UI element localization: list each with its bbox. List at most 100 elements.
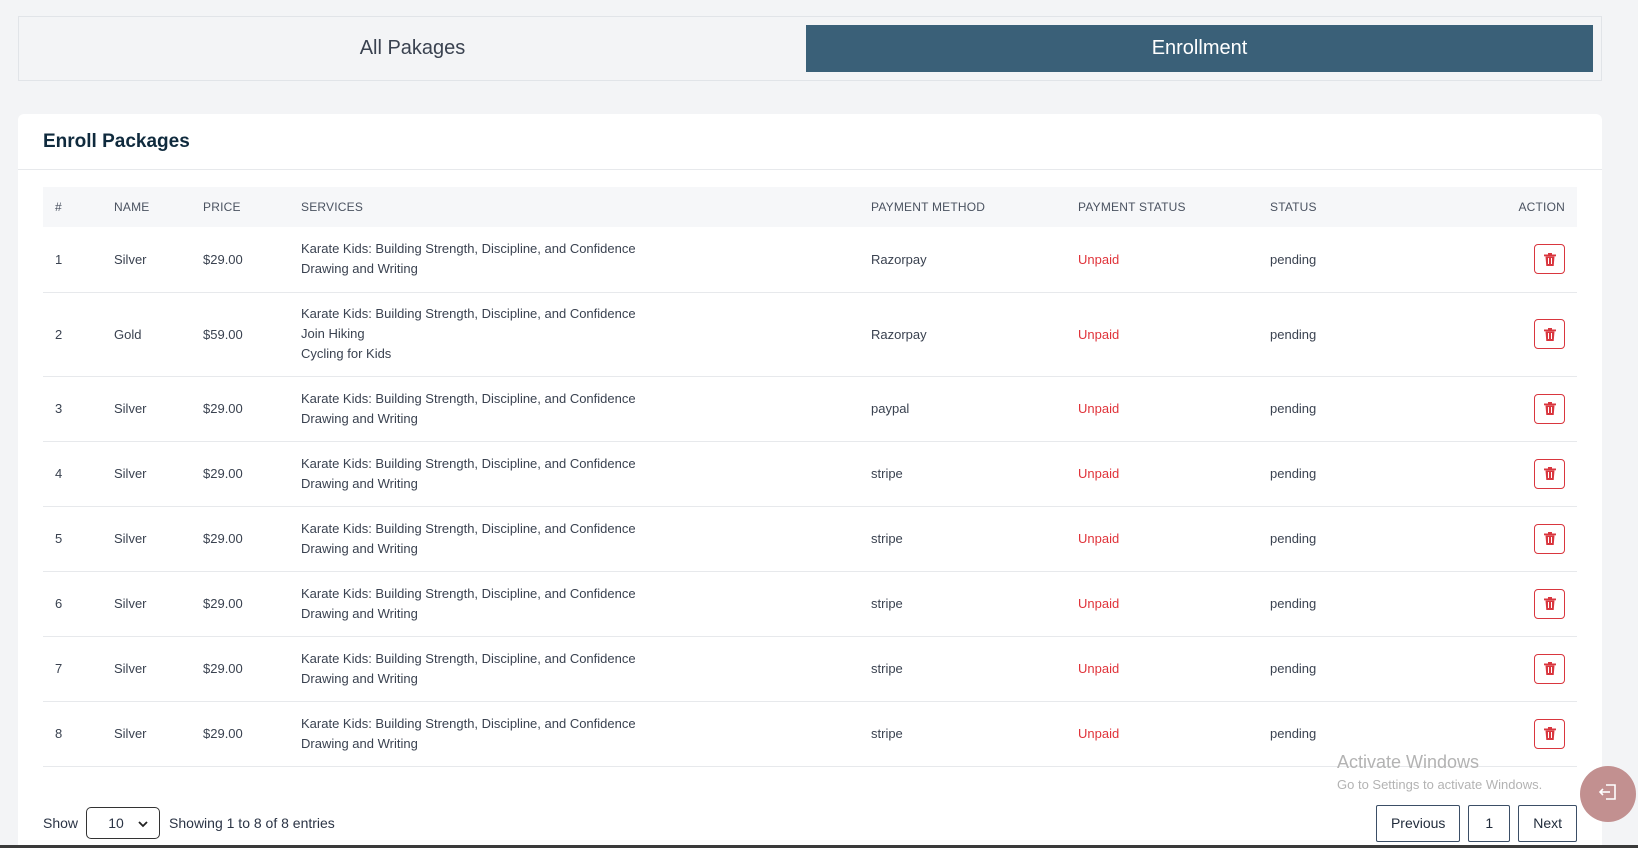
- table-row: 2 Gold $59.00 Karate Kids: Building Strengt…: [43, 292, 1577, 377]
- enrollment-status: pending: [1258, 292, 1408, 377]
- package-price: $29.00: [191, 571, 289, 637]
- package-name: Silver: [102, 636, 191, 702]
- package-price: $29.00: [191, 506, 289, 572]
- trash-icon: [1543, 402, 1556, 415]
- package-name: Silver: [102, 441, 191, 507]
- payment-method: stripe: [859, 506, 1066, 572]
- payment-status: Unpaid: [1066, 227, 1258, 293]
- page-size-value: 10: [108, 815, 124, 831]
- row-number: 2: [43, 292, 102, 377]
- package-price: $29.00: [191, 701, 289, 767]
- package-name: Silver: [102, 571, 191, 637]
- col-header-services: SERVICES: [301, 200, 364, 214]
- col-header-payment-method: PAYMENT METHOD: [871, 200, 986, 214]
- package-price: $29.00: [191, 441, 289, 507]
- enrollment-status: pending: [1258, 227, 1408, 293]
- enrollment-status: pending: [1258, 441, 1408, 507]
- next-button[interactable]: Next: [1518, 804, 1577, 842]
- package-tabs: All Pakages Enrollment: [18, 16, 1602, 81]
- package-name: Silver: [102, 227, 191, 293]
- service-item: Drawing and Writing: [301, 540, 418, 556]
- delete-button[interactable]: [1534, 523, 1565, 554]
- table-row: 4 Silver $29.00 Karate Kids: Building Stren…: [43, 441, 1577, 507]
- table-row: 3 Silver $29.00 Karate Kids: Building Stren…: [43, 376, 1577, 442]
- action-cell: [1408, 227, 1577, 293]
- payment-status: Unpaid: [1066, 636, 1258, 702]
- payment-method: stripe: [859, 571, 1066, 637]
- table-row: 7 Silver $29.00 Karate Kids: Building Stren…: [43, 636, 1577, 702]
- logout-fab-button[interactable]: [1580, 766, 1636, 822]
- services-list: Karate Kids: Building Strength, Discipli…: [289, 376, 859, 442]
- show-label: Show: [43, 815, 79, 831]
- delete-button[interactable]: [1534, 458, 1565, 489]
- service-item: Karate Kids: Building Strength, Discipli…: [301, 520, 636, 536]
- services-list: Karate Kids: Building Strength, Discipli…: [289, 506, 859, 572]
- service-item: Drawing and Writing: [301, 670, 418, 686]
- row-number: 7: [43, 636, 102, 702]
- previous-button[interactable]: Previous: [1375, 804, 1461, 842]
- services-list: Karate Kids: Building Strength, Discipli…: [289, 227, 859, 293]
- service-item: Karate Kids: Building Strength, Discipli…: [301, 650, 636, 666]
- payment-status: Unpaid: [1066, 701, 1258, 767]
- services-list: Karate Kids: Building Strength, Discipli…: [289, 701, 859, 767]
- package-price: $59.00: [191, 292, 289, 377]
- page-1-button[interactable]: 1: [1468, 804, 1511, 842]
- row-number: 3: [43, 376, 102, 442]
- trash-icon: [1543, 662, 1556, 675]
- delete-button[interactable]: [1534, 393, 1565, 424]
- page-size-select[interactable]: 10: [86, 807, 161, 839]
- delete-button[interactable]: [1534, 718, 1565, 749]
- row-number: 5: [43, 506, 102, 572]
- service-item: Karate Kids: Building Strength, Discipli…: [301, 455, 636, 471]
- col-header-name: NAME: [114, 200, 150, 214]
- enrollment-status: pending: [1258, 636, 1408, 702]
- payment-method: paypal: [859, 376, 1066, 442]
- service-item: Drawing and Writing: [301, 410, 418, 426]
- services-list: Karate Kids: Building Strength, Discipli…: [289, 292, 859, 377]
- payment-method: Razorpay: [859, 292, 1066, 377]
- enrollment-table: # NAME PRICE SERVICES PAYMENT METHOD PAY…: [43, 187, 1577, 767]
- services-list: Karate Kids: Building Strength, Discipli…: [289, 571, 859, 637]
- payment-status: Unpaid: [1066, 376, 1258, 442]
- payment-status: Unpaid: [1066, 441, 1258, 507]
- payment-method: stripe: [859, 441, 1066, 507]
- enrollment-status: pending: [1258, 376, 1408, 442]
- action-cell: [1408, 292, 1577, 377]
- table-row: 1 Silver $29.00 Karate Kids: Building Stren…: [43, 227, 1577, 293]
- col-header-price: PRICE: [203, 200, 241, 214]
- payment-method: stripe: [859, 636, 1066, 702]
- package-price: $29.00: [191, 376, 289, 442]
- tab-all-packages[interactable]: All Pakages: [19, 25, 806, 72]
- delete-button[interactable]: [1534, 588, 1565, 619]
- logout-icon: [1598, 783, 1618, 806]
- delete-button[interactable]: [1534, 244, 1565, 275]
- service-item: Join Hiking: [301, 326, 365, 341]
- service-item: Karate Kids: Building Strength, Discipli…: [301, 390, 636, 406]
- trash-icon: [1543, 252, 1556, 266]
- service-item: Karate Kids: Building Strength, Discipli…: [301, 241, 636, 257]
- row-number: 4: [43, 441, 102, 507]
- row-number: 8: [43, 701, 102, 767]
- watermark-line2: Go to Settings to activate Windows.: [1337, 777, 1543, 792]
- package-name: Silver: [102, 376, 191, 442]
- entries-info: Showing 1 to 8 of 8 entries: [169, 815, 335, 831]
- delete-button[interactable]: [1534, 653, 1565, 684]
- trash-icon: [1543, 727, 1556, 740]
- trash-icon: [1543, 532, 1556, 545]
- payment-method: Razorpay: [859, 227, 1066, 293]
- tab-enrollment[interactable]: Enrollment: [806, 25, 1593, 72]
- chevron-down-icon: [138, 815, 148, 831]
- col-header-status: STATUS: [1270, 200, 1317, 214]
- package-price: $29.00: [191, 227, 289, 293]
- action-cell: [1408, 376, 1577, 442]
- service-item: Drawing and Writing: [301, 735, 418, 751]
- col-header-payment-status: PAYMENT STATUS: [1078, 200, 1186, 214]
- delete-button[interactable]: [1534, 319, 1565, 349]
- payment-status: Unpaid: [1066, 292, 1258, 377]
- payment-status: Unpaid: [1066, 506, 1258, 572]
- table-row: 6 Silver $29.00 Karate Kids: Building Stren…: [43, 571, 1577, 637]
- col-header-action: ACTION: [1518, 200, 1565, 214]
- service-item: Karate Kids: Building Strength, Discipli…: [301, 306, 636, 321]
- service-item: Cycling for Kids: [301, 346, 392, 361]
- package-name: Gold: [102, 292, 191, 377]
